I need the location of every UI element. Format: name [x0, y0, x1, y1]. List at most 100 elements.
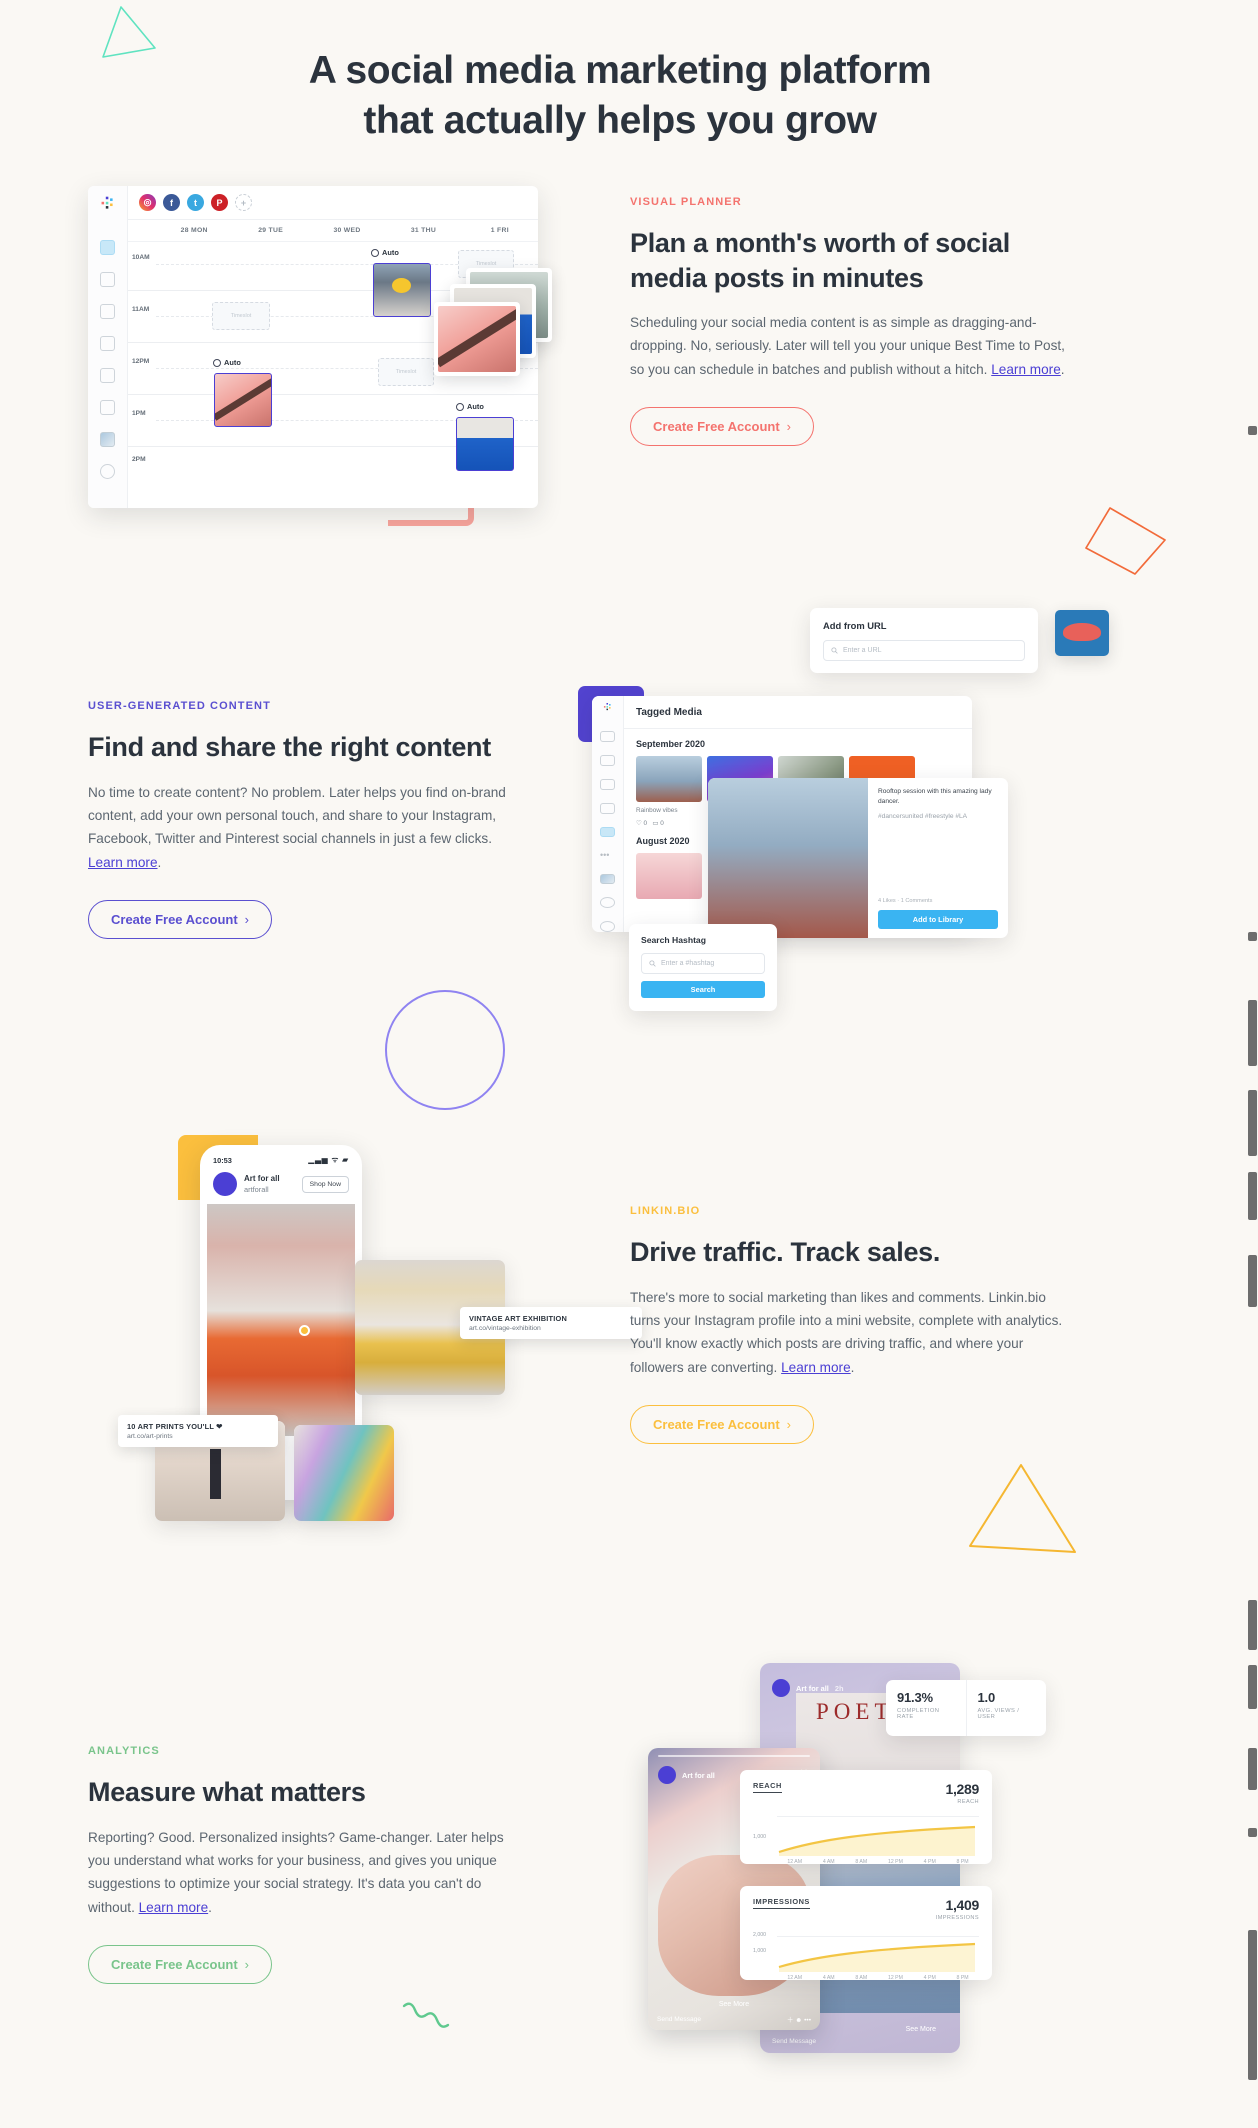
scheduled-post[interactable]: [373, 263, 431, 317]
section-heading: Drive traffic. Track sales.: [630, 1237, 941, 1267]
twitter-account-icon[interactable]: t: [187, 194, 204, 211]
learn-more-link[interactable]: Learn more: [88, 855, 158, 870]
calendar-nav-icon[interactable]: [600, 731, 615, 743]
status-time: 10:53: [213, 1155, 232, 1165]
calendar-nav-icon[interactable]: [100, 240, 115, 255]
media-thumb-active[interactable]: [434, 302, 520, 376]
linkinbio-link-card-3[interactable]: [294, 1425, 394, 1521]
linkinbio-link-label-1[interactable]: VINTAGE ART EXHIBITION art.co/vintage-ex…: [460, 1307, 642, 1339]
learn-more-link[interactable]: Learn more: [139, 1900, 209, 1915]
create-free-account-button[interactable]: Create Free Account ›: [630, 407, 815, 447]
media-nav-icon[interactable]: [100, 272, 115, 287]
gear-icon[interactable]: [100, 464, 115, 479]
create-free-account-button[interactable]: Create Free Account ›: [88, 1945, 273, 1985]
media-nav-icon[interactable]: [600, 755, 615, 766]
calendar-sidebar: [88, 186, 128, 508]
decorative-circle-purple-icon: [385, 990, 505, 1110]
analytics-nav-icon[interactable]: [100, 336, 115, 351]
media-thumb-rose[interactable]: [1055, 610, 1109, 656]
calendar-timeslot[interactable]: Timeslot: [212, 302, 270, 330]
help-icon[interactable]: [600, 921, 615, 932]
linkinbio-hero-image[interactable]: [207, 1204, 355, 1436]
tagged-media-title: Tagged Media: [624, 696, 972, 729]
pinterest-account-icon[interactable]: P: [211, 194, 228, 211]
chart-plot-area: 2,000 1,000: [753, 1928, 979, 1972]
scrollbar-thumb[interactable]: [1248, 1665, 1257, 1709]
see-more-label[interactable]: See More: [906, 2026, 936, 2033]
gear-icon[interactable]: [600, 897, 615, 909]
scrollbar[interactable]: [1244, 0, 1258, 2128]
auto-publish-badge: Auto: [213, 358, 241, 367]
instagram-account-icon[interactable]: ◎: [139, 194, 156, 211]
reach-chart-card: REACH 1,289 REACH 1,000 12 AM 4 AM 8 AM 12 …: [740, 1770, 992, 1864]
section-eyebrow: ANALYTICS: [88, 1745, 160, 1757]
avatar: [772, 1679, 790, 1697]
linkinbio-link-label-2[interactable]: 10 ART PRINTS YOU'LL ❤ art.co/art-prints: [118, 1415, 278, 1447]
calendar-timeslot[interactable]: Timeslot: [378, 358, 434, 386]
learn-more-link[interactable]: Learn more: [781, 1360, 851, 1375]
button-label: Create Free Account: [653, 1417, 780, 1433]
create-free-account-button[interactable]: Create Free Account ›: [630, 1405, 815, 1445]
link-title: VINTAGE ART EXHIBITION: [469, 1314, 568, 1323]
section-linkinbio: LINKIN.BIO Drive traffic. Track sales. T…: [630, 1205, 1070, 1445]
scrollbar-thumb[interactable]: [1248, 1600, 1257, 1650]
impressions-line-chart: [778, 1942, 976, 1972]
scheduled-post[interactable]: [214, 373, 272, 427]
chevron-right-icon: ›: [786, 1417, 792, 1433]
url-input[interactable]: Enter a URL: [823, 640, 1025, 661]
linkinbio-nav-icon[interactable]: [100, 400, 115, 415]
send-message-label[interactable]: Send Message: [772, 2038, 816, 2045]
calendar-day: 29 TUE: [258, 227, 284, 234]
calendar-day-header: 28 MON 29 TUE 30 WED 31 THU 1 FRI: [128, 220, 538, 242]
decorative-square-orange-icon: [1085, 507, 1166, 575]
story-account-name: Art for all: [796, 1683, 829, 1693]
calendar-day: 1 FRI: [490, 227, 509, 234]
scrollbar-thumb[interactable]: [1248, 1000, 1257, 1066]
auto-publish-badge: Auto: [371, 248, 399, 257]
conversations-nav-icon[interactable]: [100, 304, 115, 319]
collect-nav-icon[interactable]: [600, 826, 615, 838]
auto-publish-icon: [456, 402, 464, 411]
card-title: Search Hashtag: [641, 935, 706, 945]
search-icon: [831, 647, 838, 654]
shop-now-button[interactable]: Shop Now: [301, 1175, 349, 1193]
story-timestamp: 2h: [834, 1683, 844, 1693]
calendar-time: 1PM: [132, 410, 146, 417]
scrollbar-thumb[interactable]: [1248, 932, 1257, 941]
add-account-button[interactable]: +: [235, 194, 252, 211]
chart-value: 1,409: [945, 1897, 979, 1913]
facebook-account-icon[interactable]: f: [163, 194, 180, 211]
media-thumb[interactable]: [636, 756, 702, 802]
media-month-label: September 2020: [636, 739, 706, 749]
linkinbio-nav-icon[interactable]: [600, 802, 615, 814]
scrollbar-thumb[interactable]: [1248, 1172, 1257, 1220]
scrollbar-thumb[interactable]: [1248, 1090, 1257, 1156]
more-nav-icon[interactable]: •••: [600, 850, 615, 860]
avatar[interactable]: [600, 873, 615, 885]
avatar[interactable]: [100, 432, 115, 447]
scrollbar-thumb[interactable]: [1248, 426, 1257, 435]
create-free-account-button[interactable]: Create Free Account ›: [88, 900, 273, 940]
chart-value: 1,289: [945, 1781, 979, 1797]
media-thumb[interactable]: [636, 853, 702, 899]
hashtag-input[interactable]: Enter a #hashtag: [641, 953, 765, 974]
see-more-label[interactable]: See More: [648, 2001, 820, 2008]
scrollbar-thumb[interactable]: [1248, 1828, 1257, 1837]
learn-more-link[interactable]: Learn more: [991, 362, 1061, 377]
scheduled-post[interactable]: [456, 417, 514, 471]
collect-nav-icon[interactable]: [100, 368, 115, 383]
story-actions-icons[interactable]: ＋ ☻ •••: [787, 2014, 811, 2024]
visual-planner-mockup: ◎ f t P + 28 MON 29 TUE 30 WED 31 THU 1 …: [88, 186, 558, 526]
avatar: [213, 1172, 237, 1196]
profile-handle: artforall: [244, 1184, 269, 1194]
profile-name: Art for all: [244, 1174, 280, 1184]
send-message-label[interactable]: Send Message: [657, 2016, 701, 2023]
section-body: Scheduling your social media content is …: [630, 315, 1065, 377]
scrollbar-thumb[interactable]: [1248, 1748, 1257, 1790]
analytics-nav-icon[interactable]: [600, 778, 615, 790]
search-button[interactable]: Search: [641, 981, 765, 998]
scrollbar-thumb[interactable]: [1248, 1930, 1257, 2080]
add-to-library-button[interactable]: Add to Library: [878, 910, 998, 929]
scrollbar-thumb[interactable]: [1248, 1255, 1257, 1307]
linkinbio-hotspot-icon[interactable]: [298, 1324, 310, 1336]
